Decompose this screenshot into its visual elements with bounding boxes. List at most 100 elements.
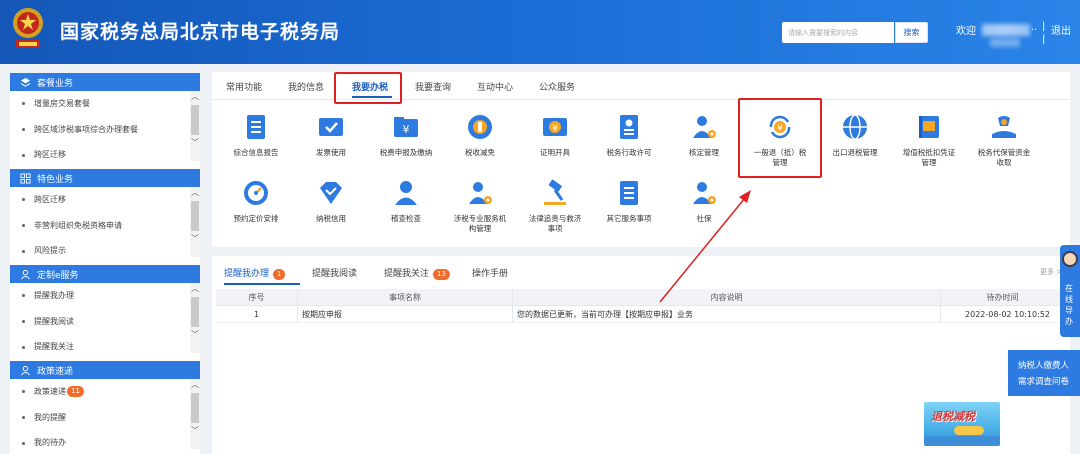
sidebar-head-custom[interactable]: 定制e服务 [10, 265, 200, 283]
func-social-security[interactable]: 社保 [664, 178, 744, 224]
bullet-dot [22, 390, 25, 393]
func-tax-credit[interactable]: 纳税信用 [291, 178, 371, 224]
sidebar-item[interactable]: 跨区迁移 [10, 187, 200, 213]
sidebar-scrollbar[interactable]: ︿ ﹀ [190, 283, 200, 353]
sidebar-item-label: 跨区域涉税事项综合办理套餐 [34, 125, 138, 134]
scroll-thumb[interactable] [191, 201, 199, 231]
document-list-icon [247, 115, 265, 139]
chevron-up-icon[interactable]: ︿ [190, 379, 200, 391]
tab-remind-read[interactable]: 提醒我阅读 [312, 266, 357, 279]
layers-icon [20, 77, 31, 87]
online-guide-button[interactable]: 在线导办 [1060, 245, 1080, 337]
search-input[interactable] [782, 22, 894, 43]
tab-my-info[interactable]: 我的信息 [288, 80, 324, 93]
tab-public-service[interactable]: 公众服务 [539, 80, 575, 93]
yuan-folder-icon: ¥ [394, 117, 418, 137]
sidebar-item[interactable]: 风险提示 [10, 239, 200, 257]
func-other-services[interactable]: 其它服务事项 [589, 178, 669, 224]
sidebar-group-featured: 特色业务 跨区迁移 非营利组织免税资格申请 风险提示 ︿ ﹀ [10, 169, 200, 257]
sidebar-item[interactable]: 跨区域涉税事项综合办理套餐 [10, 117, 200, 143]
func-label: 发票使用 [316, 148, 346, 157]
func-legal-remedy[interactable]: 法律追责与救济 事项 [515, 178, 595, 234]
bullet-dot [22, 320, 25, 323]
func-declare-pay[interactable]: ¥ 税费申报及缴纳 [366, 112, 446, 158]
func-agency-management[interactable]: 涉税专业服务机 构管理 [440, 178, 520, 234]
sidebar-item[interactable]: 提醒我阅读 [10, 309, 200, 335]
sidebar-item[interactable]: 我的提醒 [10, 405, 200, 431]
func-tax-relief[interactable]: 税收减免 [440, 112, 520, 158]
tab-label: 提醒我阅读 [312, 269, 358, 279]
sidebar-head-policy[interactable]: 政策速递 [10, 361, 200, 379]
promo-banner[interactable]: 退税减税 [924, 402, 1000, 446]
tab-remind-follow[interactable]: 提醒我关注 13 [384, 266, 450, 280]
logout-link[interactable]: 退出 [1051, 22, 1071, 37]
bullet-dot [22, 250, 25, 253]
chevron-up-icon[interactable]: ︿ [190, 91, 200, 103]
invoice-check-icon [319, 118, 343, 136]
chevron-up-icon[interactable]: ︿ [190, 283, 200, 295]
sidebar-head-package[interactable]: 套餐业务 [10, 73, 200, 91]
func-label: 税收减免 [465, 148, 495, 157]
func-inspection[interactable]: 稽查检查 [366, 178, 446, 224]
scroll-thumb[interactable] [191, 393, 199, 423]
money-hand-icon [992, 116, 1016, 138]
func-info-report[interactable]: 综合信息报告 [216, 112, 296, 158]
tab-manual[interactable]: 操作手册 [472, 266, 508, 279]
tab-remind-handle[interactable]: 提醒我办理 1 [224, 266, 286, 280]
highlight-box-refund [738, 98, 822, 178]
sidebar-item[interactable]: 跨区迁移 [10, 143, 200, 161]
chevron-down-icon[interactable]: ﹀ [190, 425, 200, 437]
sidebar-item-label: 风险提示 [34, 246, 66, 255]
tab-label: 提醒我办理 [224, 269, 270, 279]
tab-query[interactable]: 我要查询 [415, 80, 451, 93]
sidebar-head-featured[interactable]: 特色业务 [10, 169, 200, 187]
table-row[interactable]: 1 按期应申报 您的数据已更新，当前可办理【按期应申报】业务 2022-08-0… [216, 306, 1064, 323]
sidebar-scrollbar[interactable]: ︿ ﹀ [190, 187, 200, 257]
gavel-icon [544, 179, 566, 205]
promo-skyline [924, 436, 1000, 446]
sidebar-item-label: 跨区迁移 [34, 150, 66, 159]
chevron-down-icon[interactable]: ﹀ [190, 137, 200, 149]
sidebar-group-policy: 政策速递 政策速递 11 我的提醒 我的待办 ︿ ﹀ [10, 361, 200, 449]
scroll-thumb[interactable] [191, 105, 199, 135]
func-assessment[interactable]: 核定管理 [664, 112, 744, 158]
search-button[interactable]: 搜索 [895, 22, 928, 43]
sidebar-item-label: 我的提醒 [34, 413, 66, 422]
func-custody-funds[interactable]: 税务代保管资金 收取 [964, 112, 1044, 168]
person-icon [395, 181, 417, 205]
table-cell[interactable]: 按期应申报 [298, 306, 513, 322]
sidebar-item[interactable]: 提醒我办理 [10, 283, 200, 309]
tab-common[interactable]: 常用功能 [226, 80, 262, 93]
svg-text:¥: ¥ [552, 124, 558, 134]
sidebar-scrollbar[interactable]: ︿ ﹀ [190, 379, 200, 449]
func-vat-voucher[interactable]: 增值税抵扣凭证 管理 [889, 112, 969, 168]
func-export-refund[interactable]: 出口退税管理 [815, 112, 895, 158]
sidebar-item[interactable]: 增量房交易套餐 [10, 91, 200, 117]
sidebar-item[interactable]: 我的待办 [10, 431, 200, 449]
func-pricing-arrangement[interactable]: 预约定价安排 [216, 178, 296, 224]
sidebar-item[interactable]: 政策速递 11 [10, 379, 200, 405]
tab-interaction[interactable]: 互动中心 [477, 80, 513, 93]
survey-line2: 需求调查问卷 [1018, 377, 1070, 387]
scroll-thumb[interactable] [191, 297, 199, 327]
survey-line1: 纳税人缴费人 [1018, 361, 1070, 371]
tab-label: 操作手册 [472, 269, 509, 279]
tax-emblem-icon [13, 8, 43, 48]
todo-table: 序号 事项名称 内容说明 待办时间 1 按期应申报 您的数据已更新，当前可办理【… [216, 289, 1064, 323]
func-admin-license[interactable]: 税务行政许可 [589, 112, 669, 158]
document-list-icon [620, 181, 638, 205]
sidebar-item[interactable]: 非营利组织免税资格申请 [10, 213, 200, 239]
header-cell: 序号 [216, 289, 298, 305]
chevron-down-icon[interactable]: ﹀ [190, 233, 200, 245]
sidebar-item[interactable]: 提醒我关注 [10, 335, 200, 353]
more-link[interactable]: 更多 > [1040, 267, 1062, 277]
reminder-tabs: 提醒我办理 1 提醒我阅读 提醒我关注 13 操作手册 更多 > [212, 256, 1070, 286]
chevron-down-icon[interactable]: ﹀ [190, 329, 200, 341]
sidebar-scrollbar[interactable]: ︿ ﹀ [190, 91, 200, 161]
func-invoice[interactable]: 发票使用 [291, 112, 371, 158]
sidebar-item-label: 提醒我关注 [34, 342, 74, 351]
func-certificate[interactable]: ¥ 证明开具 [515, 112, 595, 158]
func-label: 税费申报及缴纳 [379, 148, 433, 157]
chevron-up-icon[interactable]: ︿ [190, 187, 200, 199]
survey-button[interactable]: 纳税人缴费人 需求调查问卷 [1008, 350, 1080, 396]
